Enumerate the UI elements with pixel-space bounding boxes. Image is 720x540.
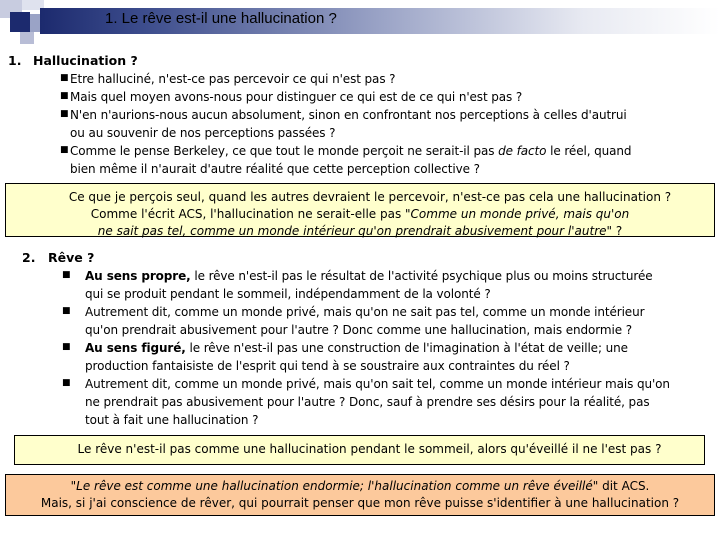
bullet-text: production fantaisiste de l'esprit qui t…: [85, 359, 570, 373]
quote-line: Mais, si j'ai conscience de rêver, qui p…: [40, 496, 680, 510]
section-number: 2.: [22, 250, 36, 265]
bullet-text: ne prendrait pas abusivement pour l'autr…: [85, 395, 650, 409]
decorative-square: [20, 32, 34, 44]
bullet-icon: ■: [62, 306, 71, 316]
bullet-text: Mais quel moyen avons-nous pour distingu…: [70, 90, 523, 104]
quote-line: "Le rêve est comme une hallucination end…: [70, 479, 650, 493]
bullet-icon: ■: [60, 109, 69, 119]
callout-line: Ce que je perçois seul, quand les autres…: [68, 190, 672, 204]
bullet-text: Au sens figuré, le rêve n'est-il pas une…: [85, 341, 628, 355]
callout-line: Comme l'écrit ACS, l'hallucination ne se…: [90, 207, 630, 221]
bullet-text: bien même il n'aurait d'autre réalité qu…: [70, 162, 480, 176]
quote-box: "Le rêve est comme une hallucination end…: [5, 474, 715, 516]
bullet-text: qu'on prendrait abusivement pour l'autre…: [85, 323, 632, 337]
bullet-text: N'en n'aurions-nous aucun absolument, si…: [70, 108, 627, 122]
bullet-text: qui se produit pendant le sommeil, indép…: [85, 287, 491, 301]
section-heading: Rêve ?: [48, 250, 95, 265]
bullet-icon: ■: [60, 73, 69, 83]
bullet-icon: ■: [62, 270, 71, 280]
bullet-text: Autrement dit, comme un monde privé, mai…: [85, 377, 670, 391]
decorative-square: [10, 12, 30, 32]
bullet-icon: ■: [60, 145, 69, 155]
bullet-text: Au sens propre, le rêve n'est-il pas le …: [85, 269, 653, 283]
bullet-text: ou au souvenir de nos perceptions passée…: [70, 126, 336, 140]
bullet-text: tout à fait une hallucination ?: [85, 413, 259, 427]
section-number: 1.: [8, 53, 22, 68]
section-heading: Hallucination ?: [33, 53, 138, 68]
bullet-icon: ■: [62, 378, 71, 388]
callout-box: Le rêve n'est-il pas comme une hallucina…: [14, 435, 705, 465]
bullet-icon: ■: [62, 342, 71, 352]
callout-box: Ce que je perçois seul, quand les autres…: [5, 183, 715, 238]
bullet-icon: ■: [60, 91, 69, 101]
callout-line: Le rêve n'est-il pas comme une hallucina…: [77, 442, 662, 456]
bullet-text: Comme le pense Berkeley, ce que tout le …: [70, 144, 632, 158]
bullet-text: Autrement dit, comme un monde privé, mai…: [85, 305, 645, 319]
callout-line: ne sait pas tel, comme un monde intérieu…: [97, 224, 623, 238]
bullet-text: Etre halluciné, n'est-ce pas percevoir c…: [70, 72, 396, 86]
slide-title: 1. Le rêve est-il une hallucination ?: [105, 10, 337, 27]
